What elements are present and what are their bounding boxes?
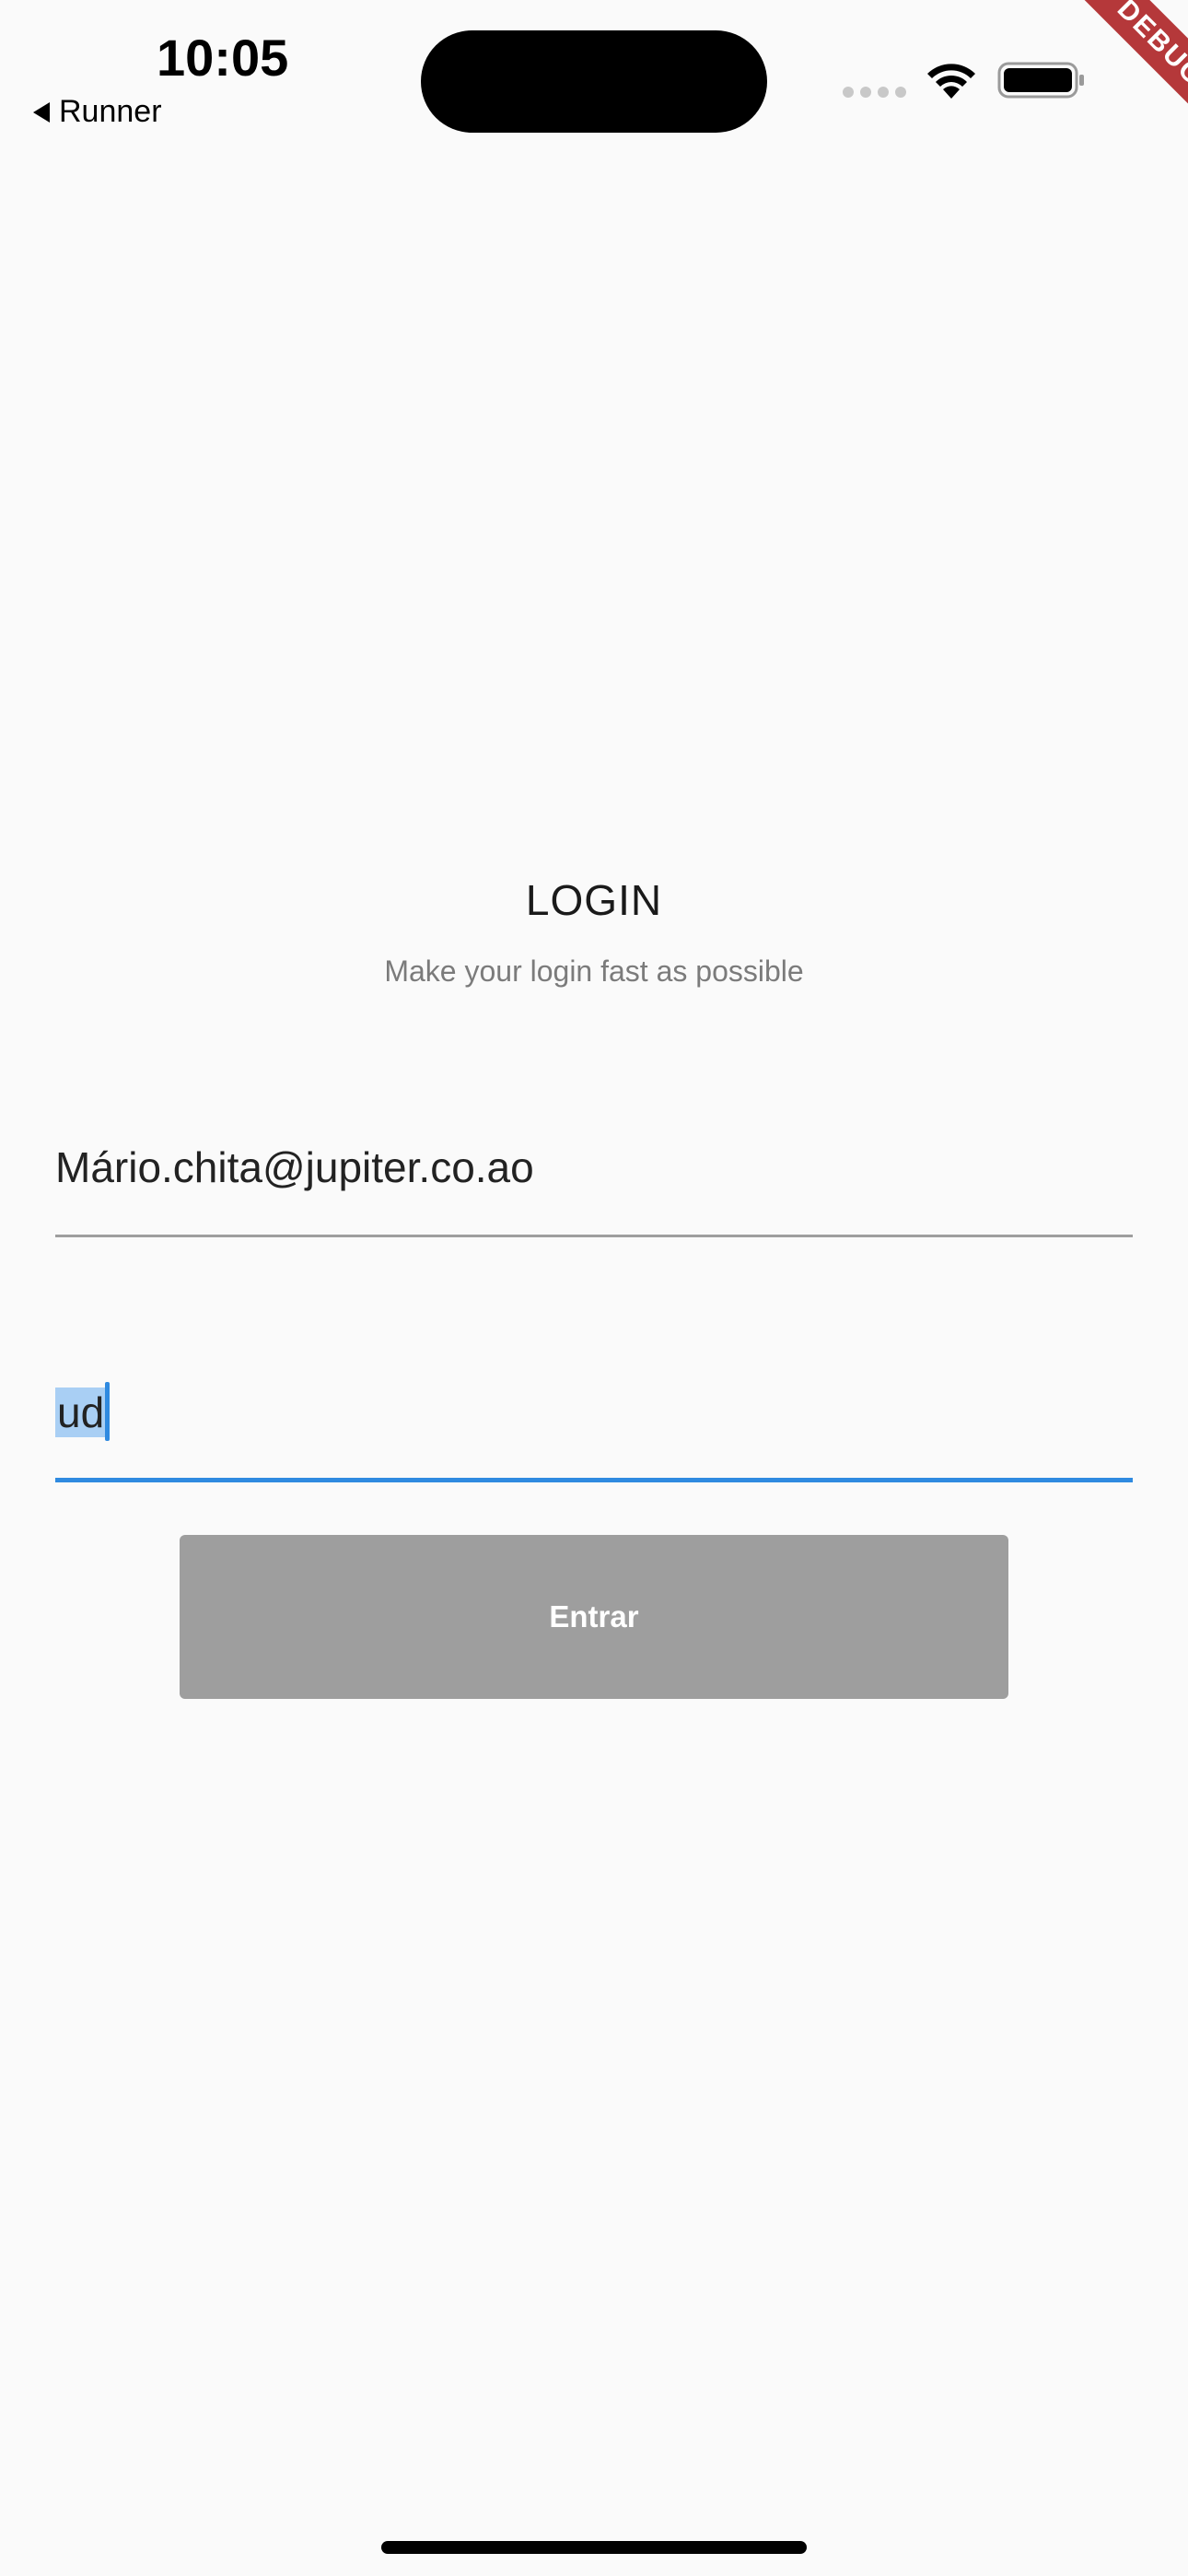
password-field-value: ud (55, 1388, 107, 1437)
password-field[interactable]: ud (55, 1382, 1133, 1482)
status-time: 10:05 (157, 29, 289, 87)
page-subtitle: Make your login fast as possible (384, 954, 804, 988)
back-app-label: Runner (59, 94, 162, 129)
back-arrow-icon (33, 101, 50, 123)
text-cursor (105, 1382, 110, 1441)
home-indicator[interactable] (381, 2541, 807, 2554)
dynamic-island (421, 30, 767, 133)
email-field-value: Mário.chita@jupiter.co.ao (55, 1143, 534, 1191)
page-title: LOGIN (525, 876, 663, 924)
email-field[interactable]: Mário.chita@jupiter.co.ao (55, 1139, 1133, 1237)
enter-button[interactable]: Entrar (180, 1535, 1008, 1699)
wifi-icon (927, 64, 975, 99)
back-to-app-button[interactable]: Runner (33, 94, 162, 130)
signal-dots-icon (843, 87, 906, 98)
battery-icon (997, 62, 1084, 99)
